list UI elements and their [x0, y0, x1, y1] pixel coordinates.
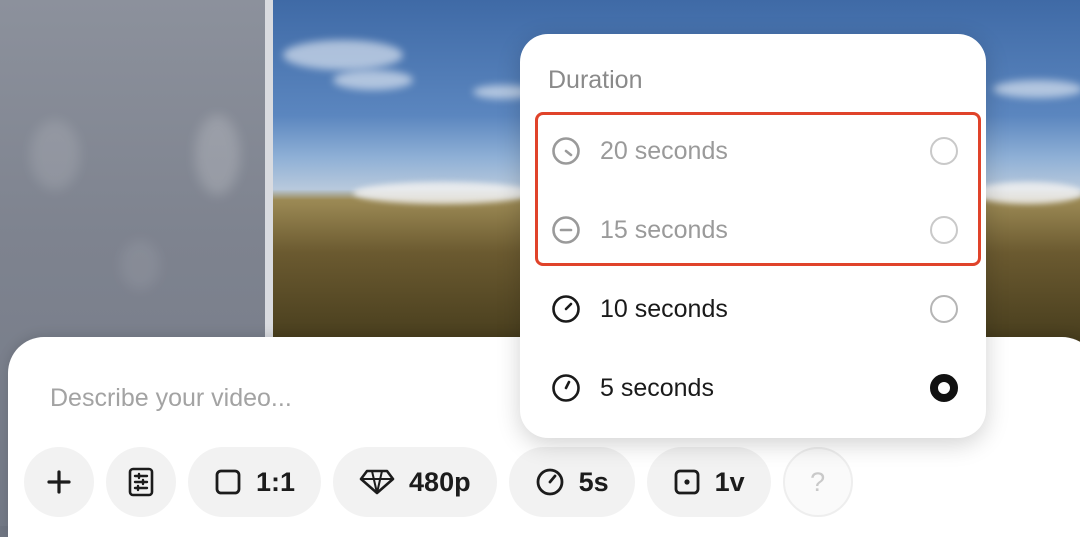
timer-icon — [536, 468, 563, 496]
plus-icon — [47, 470, 71, 494]
radio-button[interactable] — [930, 295, 958, 323]
duration-button[interactable]: 5s — [508, 447, 635, 517]
variations-button[interactable]: 1v — [646, 447, 771, 517]
prompt-toolbar: 1:1 480p 5s 1v ? — [24, 447, 853, 517]
annotation-highlight-box — [535, 112, 981, 266]
diamond-icon — [359, 469, 395, 495]
add-button[interactable] — [24, 447, 94, 517]
document-list-icon — [128, 467, 154, 497]
square-icon — [215, 469, 241, 495]
quality-label: 480p — [409, 466, 471, 497]
duration-option-label: 10 seconds — [600, 294, 728, 323]
variations-label: 1v — [714, 466, 745, 497]
storyboard-button[interactable] — [106, 447, 176, 517]
help-button[interactable]: ? — [782, 447, 853, 517]
clock-10-icon — [552, 295, 580, 323]
duration-option-10s[interactable]: 10 seconds — [520, 270, 986, 348]
duration-label: 5s — [578, 466, 609, 497]
frame-dot-icon — [674, 469, 700, 495]
aspect-ratio-label: 1:1 — [256, 466, 296, 497]
radio-button-selected[interactable] — [930, 374, 958, 402]
quality-button[interactable]: 480p — [333, 447, 497, 517]
help-label: ? — [810, 466, 826, 497]
prompt-input[interactable] — [48, 382, 492, 414]
duration-option-label: 5 seconds — [600, 373, 714, 402]
aspect-ratio-button[interactable]: 1:1 — [188, 447, 322, 517]
duration-menu-title: Duration — [548, 66, 643, 94]
clock-5-icon — [552, 374, 580, 402]
duration-option-5s[interactable]: 5 seconds — [520, 349, 986, 427]
